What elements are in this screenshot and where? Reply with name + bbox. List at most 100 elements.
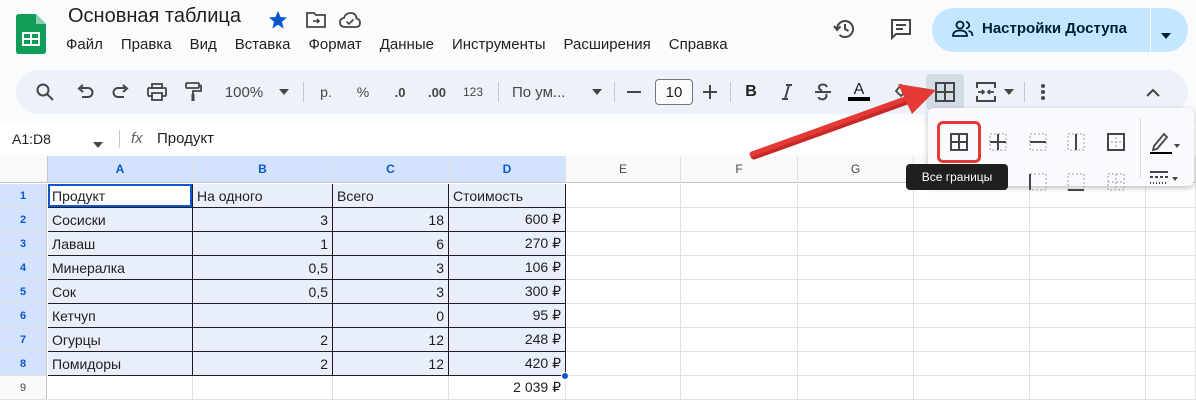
sheets-logo[interactable] — [16, 14, 46, 54]
row-header-2[interactable]: 2 — [0, 208, 47, 232]
empty-cell[interactable] — [566, 352, 681, 376]
cell-A5[interactable]: Сок — [48, 280, 193, 304]
empty-cell[interactable] — [798, 304, 914, 328]
empty-cell[interactable] — [1146, 256, 1196, 280]
menu-insert[interactable]: Вставка — [235, 36, 300, 53]
cell-D1[interactable]: Стоимость — [449, 184, 566, 208]
empty-cell[interactable] — [1030, 256, 1146, 280]
empty-cell[interactable] — [914, 256, 1030, 280]
empty-cell[interactable] — [566, 376, 681, 400]
empty-cell[interactable] — [566, 304, 681, 328]
menu-extensions[interactable]: Расширения — [564, 36, 660, 53]
cell-A6[interactable]: Кетчуп — [48, 304, 193, 328]
cell-D6[interactable]: 95 ₽ — [449, 304, 566, 328]
cell-C9[interactable] — [333, 376, 449, 400]
star-icon[interactable] — [266, 8, 290, 32]
formula-input[interactable]: Продукт — [157, 130, 214, 147]
column-header-a[interactable]: A — [48, 156, 193, 183]
row-header-6[interactable]: 6 — [0, 304, 47, 328]
cell-B2[interactable]: 3 — [193, 208, 333, 232]
vertical-borders-icon[interactable] — [1064, 130, 1088, 154]
empty-cell[interactable] — [1030, 376, 1146, 400]
row-header-3[interactable]: 3 — [0, 232, 47, 256]
move-folder-icon[interactable] — [304, 8, 328, 32]
undo-icon[interactable] — [74, 80, 96, 104]
selection-fill-handle[interactable] — [561, 372, 569, 380]
empty-cell[interactable] — [798, 232, 914, 256]
row-header-7[interactable]: 7 — [0, 328, 47, 352]
bottom-border-icon[interactable] — [1064, 170, 1088, 194]
empty-cell[interactable] — [1146, 376, 1196, 400]
cell-A9[interactable] — [48, 376, 193, 400]
column-header-c[interactable]: C — [333, 156, 449, 183]
collapse-menus-icon[interactable] — [1142, 80, 1164, 104]
decrease-decimal-button[interactable]: .0 — [385, 80, 415, 104]
cell-C5[interactable]: 3 — [333, 280, 449, 304]
menu-file[interactable]: Файл — [66, 36, 112, 53]
row-header-1[interactable]: 1 — [0, 184, 47, 208]
cell-D4[interactable]: 106 ₽ — [449, 256, 566, 280]
cell-D8[interactable]: 420 ₽ — [449, 352, 566, 376]
inner-borders-icon[interactable] — [986, 130, 1010, 154]
comments-icon[interactable] — [888, 16, 914, 42]
number-format-button[interactable]: 123 — [459, 80, 487, 104]
row-header-5[interactable]: 5 — [0, 280, 47, 304]
search-menus-icon[interactable] — [34, 80, 56, 104]
menu-tools[interactable]: Инструменты — [452, 36, 555, 53]
empty-cell[interactable] — [798, 280, 914, 304]
cell-C7[interactable]: 12 — [333, 328, 449, 352]
cell-C1[interactable]: Всего — [333, 184, 449, 208]
cell-B8[interactable]: 2 — [193, 352, 333, 376]
cell-D5[interactable]: 300 ₽ — [449, 280, 566, 304]
empty-cell[interactable] — [1146, 352, 1196, 376]
empty-cell[interactable] — [1146, 304, 1196, 328]
menu-help[interactable]: Справка — [669, 36, 737, 53]
empty-cell[interactable] — [914, 376, 1030, 400]
empty-cell[interactable] — [566, 184, 681, 208]
share-dropdown-icon[interactable] — [1161, 26, 1171, 44]
row-header-4[interactable]: 4 — [0, 256, 47, 280]
empty-cell[interactable] — [1146, 280, 1196, 304]
decrease-font-size-icon[interactable] — [624, 80, 644, 104]
empty-cell[interactable] — [1030, 232, 1146, 256]
font-size-input[interactable]: 10 — [655, 79, 693, 105]
row-header-9[interactable]: 9 — [0, 376, 47, 400]
cell-A2[interactable]: Сосиски — [48, 208, 193, 232]
cell-C8[interactable]: 12 — [333, 352, 449, 376]
cell-D3[interactable]: 270 ₽ — [449, 232, 566, 256]
menu-data[interactable]: Данные — [380, 36, 443, 53]
cell-A8[interactable]: Помидоры — [48, 352, 193, 376]
empty-cell[interactable] — [798, 184, 914, 208]
name-box-dropdown-icon[interactable] — [93, 135, 103, 153]
row-header-8[interactable]: 8 — [0, 352, 47, 376]
empty-cell[interactable] — [681, 280, 798, 304]
empty-cell[interactable] — [914, 208, 1030, 232]
empty-cell[interactable] — [914, 280, 1030, 304]
cell-B6[interactable] — [193, 304, 333, 328]
cell-B1[interactable]: На одного — [193, 184, 333, 208]
empty-cell[interactable] — [566, 328, 681, 352]
share-button[interactable]: Настройки Доступа — [932, 8, 1188, 52]
empty-cell[interactable] — [681, 232, 798, 256]
increase-font-size-icon[interactable] — [700, 80, 720, 104]
print-icon[interactable] — [146, 80, 168, 104]
cloud-status-icon[interactable] — [338, 8, 362, 32]
empty-cell[interactable] — [798, 352, 914, 376]
cell-D2[interactable]: 600 ₽ — [449, 208, 566, 232]
currency-format-button[interactable]: р. — [315, 80, 337, 104]
empty-cell[interactable] — [798, 208, 914, 232]
empty-cell[interactable] — [798, 328, 914, 352]
empty-cell[interactable] — [798, 376, 914, 400]
cell-B9[interactable] — [193, 376, 333, 400]
empty-cell[interactable] — [681, 256, 798, 280]
menu-edit[interactable]: Правка — [121, 36, 181, 53]
empty-cell[interactable] — [1146, 208, 1196, 232]
empty-cell[interactable] — [681, 304, 798, 328]
cell-C4[interactable]: 3 — [333, 256, 449, 280]
empty-cell[interactable] — [798, 256, 914, 280]
empty-cell[interactable] — [1030, 328, 1146, 352]
empty-cell[interactable] — [1030, 280, 1146, 304]
empty-cell[interactable] — [681, 328, 798, 352]
horizontal-borders-icon[interactable] — [1026, 130, 1050, 154]
all-borders-icon[interactable] — [947, 130, 971, 154]
